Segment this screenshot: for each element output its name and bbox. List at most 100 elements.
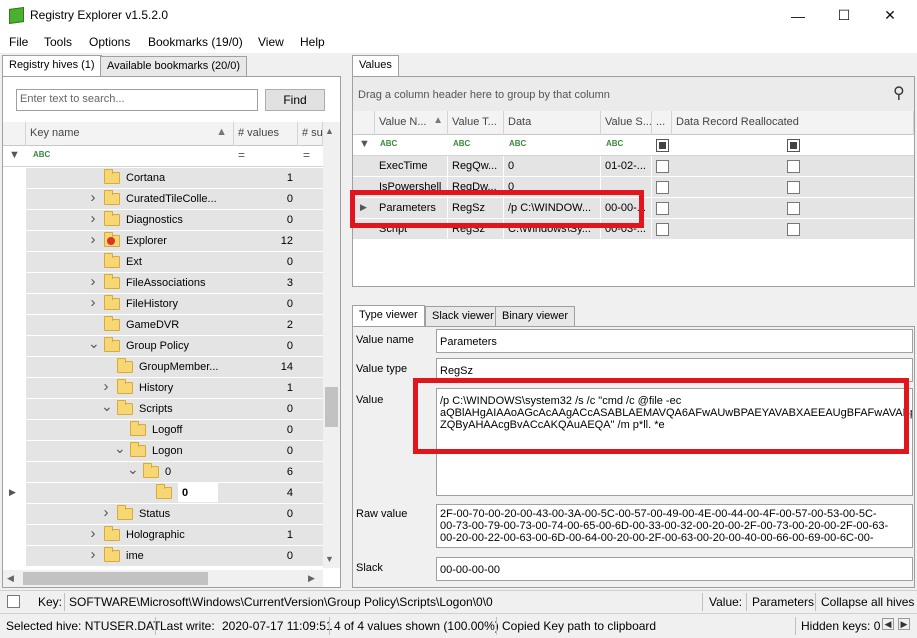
tree-row[interactable]: › Diagnostics 0	[26, 210, 323, 231]
search-icon[interactable]: ⚲	[893, 83, 905, 103]
tree-row[interactable]: GameDVR 2	[26, 315, 323, 336]
tree-row[interactable]: ⌄ Group Policy 0	[26, 335, 323, 357]
chevron-right-icon[interactable]: ›	[88, 231, 98, 248]
tree-row[interactable]: › FileAssociations 3	[26, 273, 323, 294]
menu-tools[interactable]: Tools	[44, 35, 72, 49]
tree-row[interactable]: › History 1	[26, 378, 323, 399]
chevron-right-icon[interactable]: ›	[88, 525, 98, 542]
column-value-name[interactable]: Value N... ▲	[375, 111, 448, 135]
tree-row[interactable]: › CuratedTileColle... 0	[26, 189, 323, 210]
equals-filter-icon[interactable]: =	[238, 148, 245, 162]
raw-value-field[interactable]: 2F-00-70-00-20-00-43-00-3A-00-5C-00-57-0…	[436, 504, 913, 548]
chevron-right-icon[interactable]: ›	[101, 378, 111, 395]
reallocated-filter-checkbox[interactable]	[787, 139, 800, 152]
tree-row[interactable]: GroupMember... 14	[26, 357, 323, 378]
find-button[interactable]: Find	[265, 89, 325, 111]
tree-row[interactable]: › Explorer 12	[26, 231, 323, 252]
chevron-right-icon[interactable]: ›	[88, 546, 98, 563]
deleted-checkbox[interactable]	[656, 223, 669, 236]
scroll-left-icon[interactable]: ◀	[7, 573, 14, 584]
tree-row[interactable]: › ime 0	[26, 546, 323, 567]
column-subkeys[interactable]: # subke	[298, 122, 323, 146]
search-input[interactable]: Enter text to search...	[16, 89, 258, 111]
column-data[interactable]: Data	[504, 111, 601, 135]
tab-available-bookmarks[interactable]: Available bookmarks (20/0)	[100, 56, 248, 76]
column-key-name[interactable]: Key name ▲	[26, 122, 234, 146]
chevron-down-icon[interactable]: ⌄	[101, 398, 113, 415]
tree-horizontal-scrollbar[interactable]: ◀ ▶	[3, 570, 323, 587]
tree-row[interactable]: Logoff 0	[26, 420, 323, 441]
chevron-right-icon[interactable]: ›	[88, 273, 98, 290]
tree-row[interactable]: ⌄ Scripts 0	[26, 398, 323, 420]
column-value-slack[interactable]: Value S...	[601, 111, 652, 135]
tree-row[interactable]: ⌄ 0 6	[26, 461, 323, 483]
column-deleted[interactable]: ...	[652, 111, 672, 135]
reallocated-checkbox[interactable]	[787, 202, 800, 215]
menu-bookmarks[interactable]: Bookmarks (19/0)	[148, 35, 243, 49]
tree-row[interactable]: Cortana 1	[26, 168, 323, 189]
folder-icon	[130, 421, 146, 436]
prev-hidden-icon[interactable]: ◀	[882, 618, 894, 630]
abc-filter-icon[interactable]: ABC	[33, 150, 50, 159]
key-path[interactable]: SOFTWARE\Microsoft\Windows\CurrentVersio…	[69, 595, 493, 609]
tree-scroll-thumb[interactable]	[325, 387, 338, 427]
tree-row[interactable]: › Holographic 1	[26, 525, 323, 546]
deleted-checkbox[interactable]	[656, 181, 669, 194]
chevron-down-icon[interactable]: ⌄	[88, 335, 100, 352]
chevron-down-icon[interactable]: ⌄	[114, 440, 126, 457]
deleted-filter-checkbox[interactable]	[656, 139, 669, 152]
tab-slack-viewer[interactable]: Slack viewer	[425, 306, 501, 326]
menu-options[interactable]: Options	[89, 35, 130, 49]
value-name-status[interactable]: Parameters	[752, 595, 814, 609]
selected-hive: Selected hive: NTUSER.DAT	[6, 619, 161, 633]
tree-row-label: GameDVR	[126, 319, 180, 331]
collapse-all-hives-button[interactable]: Collapse all hives	[821, 595, 914, 609]
close-button[interactable]: ✕	[867, 0, 913, 31]
values-row[interactable]: ExecTime RegQw... 0 01-02-...	[353, 156, 914, 177]
chevron-right-icon[interactable]: ›	[88, 210, 98, 227]
group-panel[interactable]: Drag a column header here to group by th…	[353, 77, 914, 111]
next-hidden-icon[interactable]: ▶	[898, 618, 910, 630]
equals-filter-icon-2[interactable]: =	[303, 148, 310, 162]
scroll-up-icon[interactable]: ▲	[325, 126, 334, 136]
reallocated-checkbox[interactable]	[787, 160, 800, 173]
tree-hscroll-thumb[interactable]	[23, 572, 208, 585]
minimize-button[interactable]: —	[775, 0, 821, 31]
chevron-right-icon[interactable]: ›	[88, 294, 98, 311]
abc-filter-icon[interactable]: ABC	[606, 139, 623, 148]
tree-vertical-scrollbar[interactable]: ▲ ▼	[323, 122, 340, 568]
scroll-down-icon[interactable]: ▼	[325, 554, 334, 564]
slack-field[interactable]: 00-00-00-00	[436, 557, 913, 581]
tree-row-values: 0	[286, 214, 293, 226]
reallocated-checkbox[interactable]	[787, 223, 800, 236]
key-bar-checkbox[interactable]	[7, 595, 20, 608]
tree-row[interactable]: ⌄ Logon 0	[26, 440, 323, 462]
column-data-record-reallocated[interactable]: Data Record Reallocated	[672, 111, 914, 135]
value-label-status: Value:	[709, 595, 743, 609]
column-values[interactable]: # values	[234, 122, 298, 146]
value-name-field[interactable]: Parameters	[436, 329, 913, 353]
tree-row[interactable]: › Status 0	[26, 504, 323, 525]
chevron-right-icon[interactable]: ›	[101, 504, 111, 521]
reallocated-checkbox[interactable]	[787, 181, 800, 194]
scroll-right-icon[interactable]: ▶	[308, 573, 315, 584]
chevron-down-icon[interactable]: ⌄	[127, 461, 139, 478]
tab-registry-hives[interactable]: Registry hives (1)	[2, 55, 102, 76]
column-value-type[interactable]: Value T...	[448, 111, 504, 135]
tree-row[interactable]: › FileHistory 0	[26, 294, 323, 315]
abc-filter-icon[interactable]: ABC	[509, 139, 526, 148]
abc-filter-icon[interactable]: ABC	[453, 139, 470, 148]
tab-type-viewer[interactable]: Type viewer	[352, 305, 425, 326]
menu-help[interactable]: Help	[300, 35, 325, 49]
menu-file[interactable]: File	[9, 35, 28, 49]
tab-values[interactable]: Values	[352, 55, 399, 76]
menu-view[interactable]: View	[258, 35, 284, 49]
deleted-checkbox[interactable]	[656, 160, 669, 173]
chevron-right-icon[interactable]: ›	[88, 189, 98, 206]
deleted-checkbox[interactable]	[656, 202, 669, 215]
abc-filter-icon[interactable]: ABC	[380, 139, 397, 148]
tree-row[interactable]: Ext 0	[26, 252, 323, 273]
tab-binary-viewer[interactable]: Binary viewer	[495, 306, 576, 326]
maximize-button[interactable]: ☐	[821, 0, 867, 31]
tree-row[interactable]: ▶ 0 4	[9, 483, 323, 504]
